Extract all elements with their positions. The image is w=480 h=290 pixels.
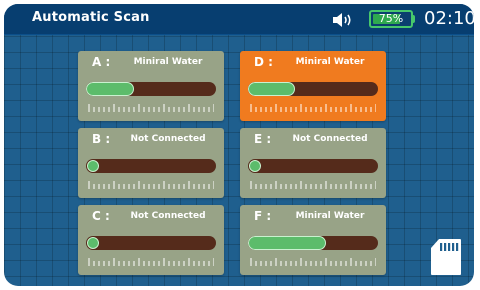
speaker-icon[interactable]	[332, 12, 354, 28]
ruler-scale	[88, 104, 214, 112]
level-bar-fill	[248, 236, 326, 250]
app-screen: Automatic Scan 75% 02:10 A : Miniral Wat…	[4, 4, 474, 286]
level-bar-fill	[86, 82, 134, 96]
level-knob	[249, 160, 261, 172]
level-bar-fill	[248, 82, 295, 96]
sd-card-icon[interactable]	[430, 238, 462, 276]
channel-a-panel[interactable]: A : Miniral Water	[78, 51, 224, 121]
ruler-scale	[88, 258, 214, 266]
channel-letter: B :	[92, 132, 111, 146]
level-bar-track	[248, 82, 378, 96]
channel-d-panel[interactable]: D : Miniral Water	[240, 51, 386, 121]
level-bar-track	[86, 159, 216, 173]
level-knob	[87, 237, 99, 249]
channel-c-panel[interactable]: C : Not Connected	[78, 205, 224, 275]
clock-time: 02:10	[424, 8, 474, 29]
level-bar-track	[248, 236, 378, 250]
channel-f-panel[interactable]: F : Miniral Water	[240, 205, 386, 275]
channel-letter: C :	[92, 209, 110, 223]
level-bar-track	[86, 236, 216, 250]
channel-status: Not Connected	[292, 134, 368, 144]
ruler-scale	[250, 258, 376, 266]
channel-letter: D :	[254, 55, 273, 69]
page-title: Automatic Scan	[32, 10, 150, 25]
channel-status: Miniral Water	[295, 211, 365, 221]
battery-icon: 75%	[369, 10, 413, 28]
channel-letter: E :	[254, 132, 272, 146]
level-bar-track	[248, 159, 378, 173]
channel-status: Miniral Water	[295, 57, 365, 67]
channel-e-panel[interactable]: E : Not Connected	[240, 128, 386, 198]
channel-letter: A :	[92, 55, 111, 69]
channel-letter: F :	[254, 209, 272, 223]
top-bar: Automatic Scan 75% 02:10	[4, 4, 474, 35]
ruler-scale	[88, 181, 214, 189]
channel-status: Not Connected	[130, 134, 206, 144]
level-knob	[87, 160, 99, 172]
channel-status: Miniral Water	[133, 57, 203, 67]
battery-percent: 75%	[378, 12, 404, 25]
ruler-scale	[250, 104, 376, 112]
channel-status: Not Connected	[130, 211, 206, 221]
channel-b-panel[interactable]: B : Not Connected	[78, 128, 224, 198]
battery-tip	[412, 15, 415, 23]
level-bar-track	[86, 82, 216, 96]
ruler-scale	[250, 181, 376, 189]
